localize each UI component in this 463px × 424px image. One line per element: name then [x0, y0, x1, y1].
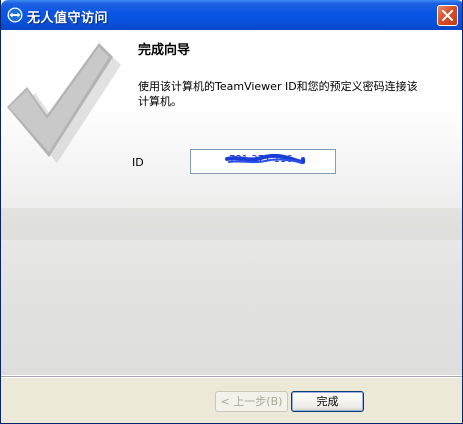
close-button[interactable]	[437, 5, 458, 26]
finish-button[interactable]: 完成	[291, 391, 364, 412]
id-field[interactable]: 731 377 116	[190, 149, 336, 174]
background-band	[1, 208, 462, 240]
checkmark-icon	[7, 43, 121, 163]
page-description: 使用该计算机的TeamViewer ID和您的预定义密码连接该计算机。	[138, 80, 418, 108]
title-bar[interactable]: 无人值守访问	[1, 0, 462, 30]
redaction-scribble	[225, 153, 305, 164]
close-icon	[442, 10, 453, 21]
page-title: 完成向导	[138, 43, 191, 58]
button-bar: < 上一步(B) 完成	[1, 378, 462, 423]
wizard-content: 完成向导 使用该计算机的TeamViewer ID和您的预定义密码连接该计算机。…	[1, 30, 462, 375]
id-label: ID	[132, 156, 144, 169]
wizard-window: 无人值守访问 完成向导 使用该计算机的TeamViewer ID和您的预定义密码…	[0, 0, 463, 424]
back-button[interactable]: < 上一步(B)	[215, 391, 288, 412]
teamviewer-icon	[7, 7, 23, 23]
window-title: 无人值守访问	[27, 11, 109, 26]
